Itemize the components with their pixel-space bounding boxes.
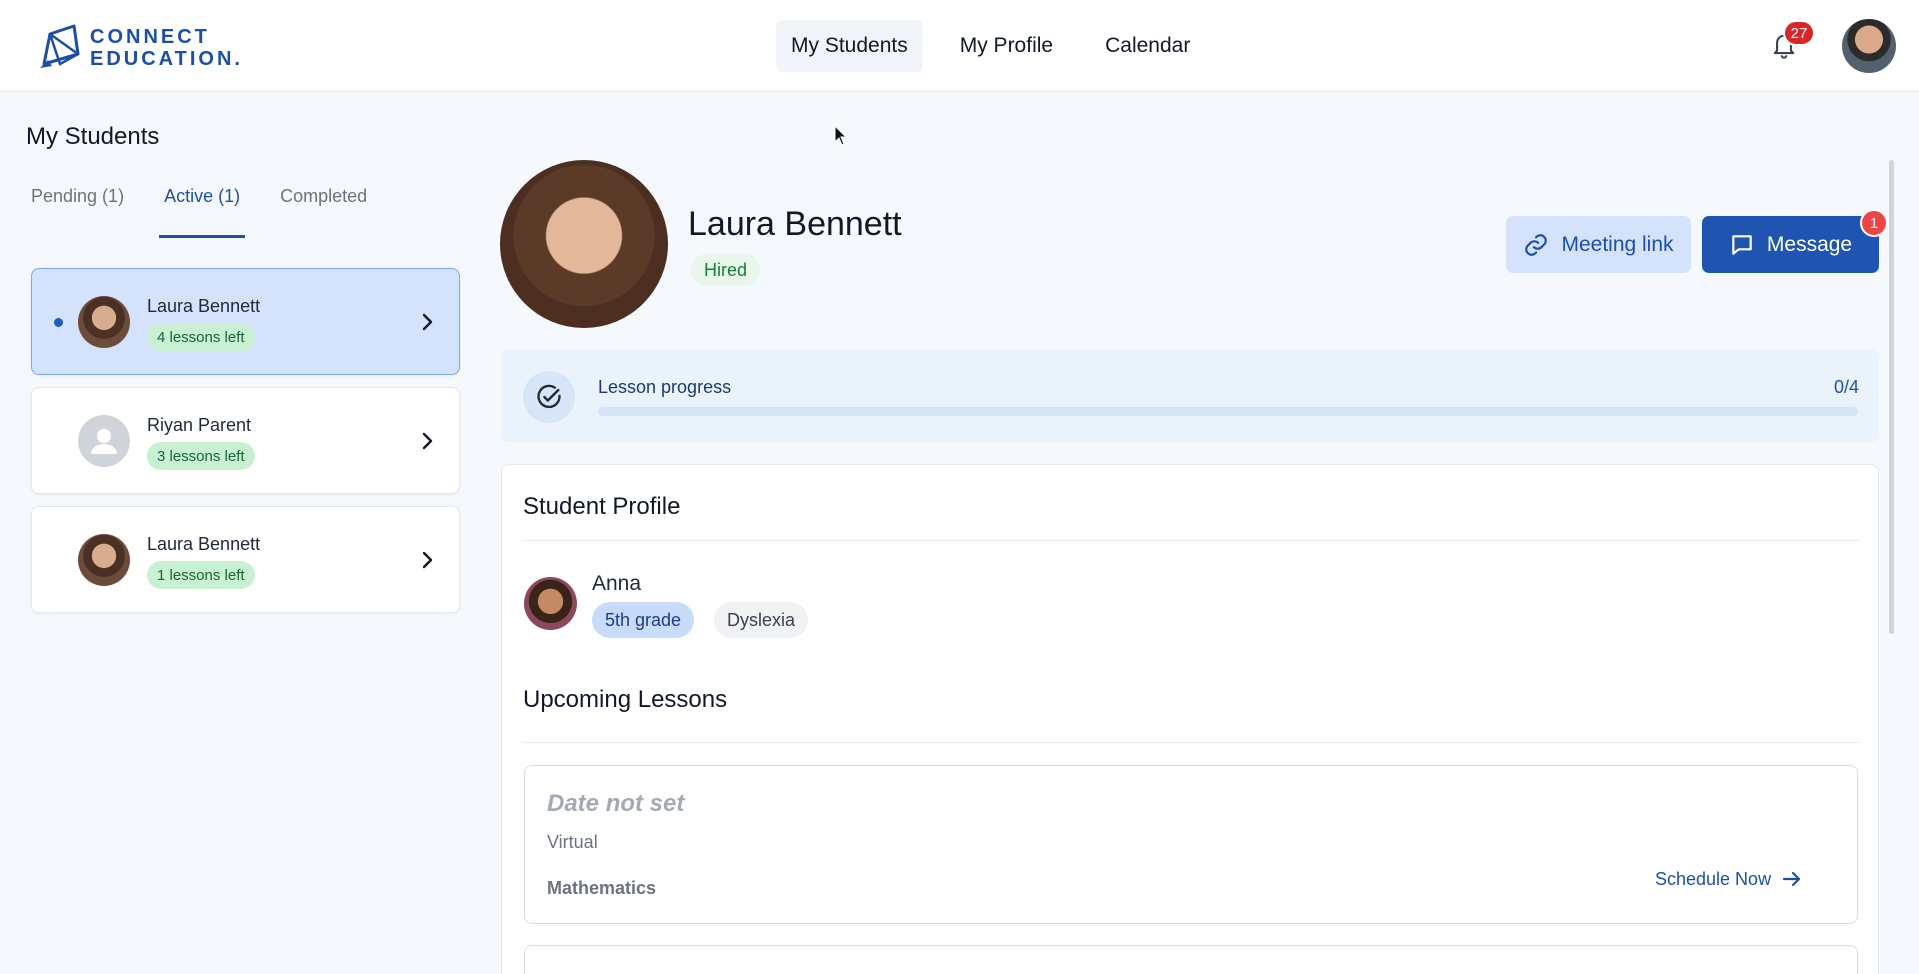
lesson-mode: Virtual — [547, 832, 598, 852]
nav-calendar[interactable]: Calendar — [1090, 20, 1205, 72]
student-avatar — [78, 534, 130, 586]
student-name: Laura Bennett — [147, 534, 261, 554]
lesson-date: Date not set — [547, 790, 685, 817]
student-status-tabs: Pending (1) Active (1) Completed — [26, 180, 402, 238]
meeting-link-button[interactable]: Meeting link — [1506, 216, 1691, 273]
student-avatar — [78, 296, 130, 348]
main-scrollbar[interactable] — [1889, 160, 1894, 634]
upcoming-lessons-heading: Upcoming Lessons — [523, 686, 728, 713]
student-avatar-placeholder — [78, 415, 130, 467]
divider — [523, 540, 1859, 541]
main-nav: My Students My Profile Calendar — [776, 20, 1227, 72]
lesson-card — [524, 945, 1858, 974]
lesson-subject: Mathematics — [547, 878, 657, 898]
student-profile-panel: Student Profile Anna 5th grade Dyslexia … — [501, 464, 1879, 974]
logo-text-line1: CONNECT — [90, 26, 210, 48]
lessons-left-badge: 4 lessons left — [147, 323, 255, 351]
logo-icon — [40, 24, 80, 68]
hired-status-badge: Hired — [691, 254, 761, 286]
tab-pending[interactable]: Pending (1) — [26, 180, 129, 238]
link-icon — [1525, 233, 1548, 256]
mouse-cursor-icon — [834, 125, 848, 146]
grade-chip: 5th grade — [592, 602, 695, 638]
connect-education-logo[interactable]: CONNECT EDUCATION. — [36, 24, 243, 72]
arrow-right-icon — [1782, 871, 1801, 887]
message-label: Message — [1766, 232, 1853, 256]
chevron-right-icon — [422, 313, 433, 331]
student-card[interactable]: Laura Bennett 4 lessons left — [31, 268, 460, 375]
logo-text-line2: EDUCATION. — [90, 48, 243, 70]
lessons-left-badge: 1 lessons left — [147, 561, 255, 589]
student-photo — [500, 160, 668, 328]
chevron-right-icon — [422, 551, 433, 569]
tab-completed[interactable]: Completed — [275, 180, 372, 238]
nav-my-profile[interactable]: My Profile — [945, 20, 1068, 72]
message-count-badge: 1 — [1860, 209, 1888, 237]
lesson-progress-label: Lesson progress — [598, 377, 732, 397]
message-button[interactable]: Message — [1702, 216, 1879, 273]
nav-my-students[interactable]: My Students — [776, 20, 923, 72]
notifications-count-badge: 27 — [1783, 20, 1815, 46]
lesson-card: Date not set Virtual Mathematics Schedul… — [524, 765, 1858, 924]
user-avatar[interactable] — [1842, 19, 1896, 73]
selected-indicator — [54, 318, 63, 327]
student-profile-name: Laura Bennett — [688, 205, 902, 243]
condition-chip: Dyslexia — [714, 602, 809, 638]
divider — [523, 742, 1859, 743]
lesson-progress-bar — [598, 407, 1858, 416]
student-card[interactable]: Riyan Parent 3 lessons left — [31, 387, 460, 494]
chevron-right-icon — [422, 432, 433, 450]
child-avatar — [524, 577, 577, 630]
student-name: Laura Bennett — [147, 296, 261, 316]
lesson-progress-panel: Lesson progress 0/4 — [501, 349, 1879, 442]
lesson-progress-count: 0/4 — [1833, 377, 1859, 397]
schedule-now-label: Schedule Now — [1655, 868, 1772, 889]
user-silhouette-icon — [91, 429, 117, 454]
check-circle-icon — [537, 384, 561, 409]
student-profile-heading: Student Profile — [523, 493, 681, 520]
schedule-now-link[interactable]: Schedule Now — [1655, 868, 1803, 890]
child-name: Anna — [592, 572, 642, 595]
lessons-left-badge: 3 lessons left — [147, 442, 255, 470]
top-header: CONNECT EDUCATION. My Students My Profil… — [0, 0, 1919, 92]
student-card[interactable]: Laura Bennett 1 lessons left — [31, 506, 460, 613]
my-students-title: My Students — [26, 123, 160, 150]
student-name: Riyan Parent — [147, 415, 252, 435]
chat-bubble-icon — [1732, 234, 1752, 255]
tab-active[interactable]: Active (1) — [159, 180, 246, 238]
meeting-link-label: Meeting link — [1561, 232, 1674, 256]
